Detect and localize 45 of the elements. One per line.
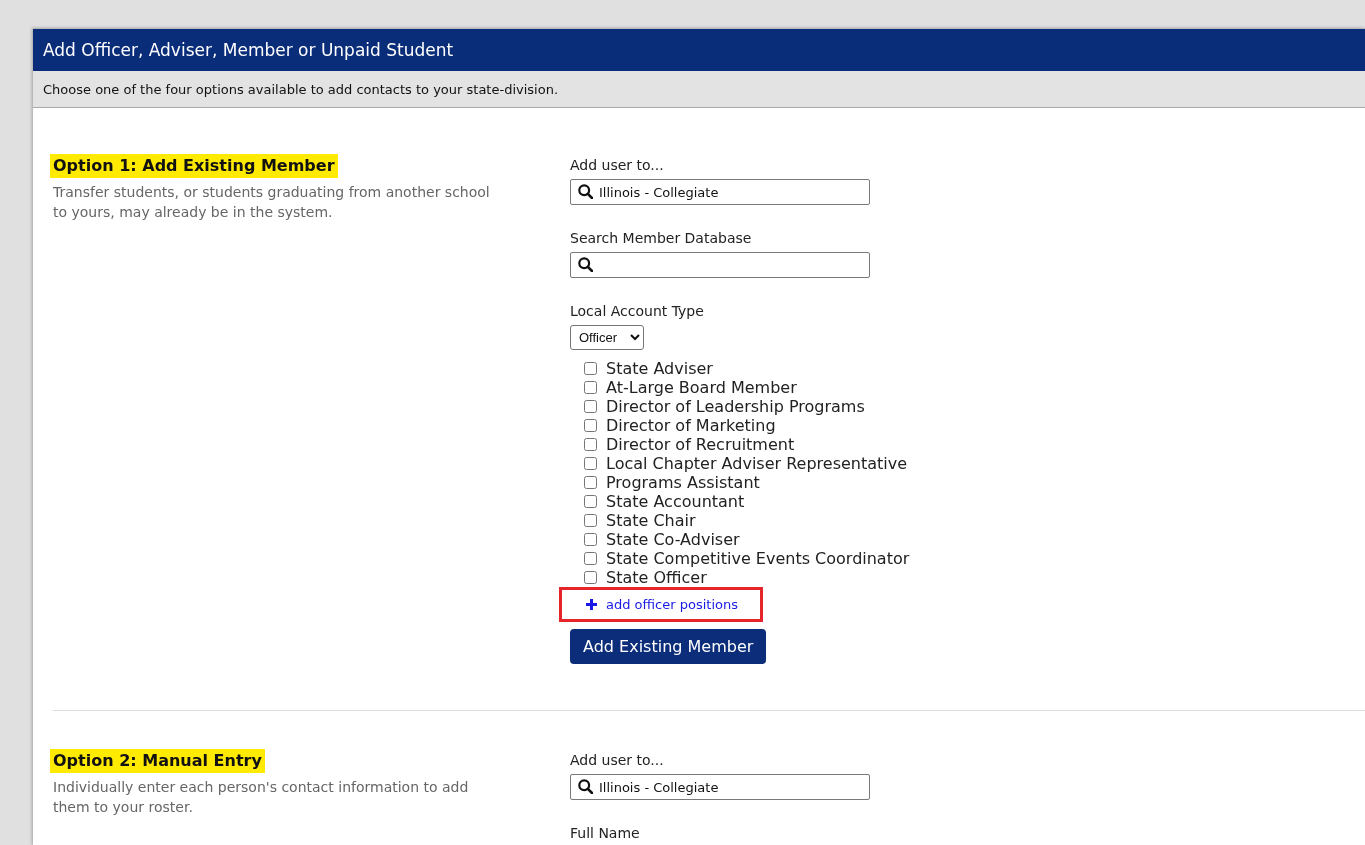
search-field[interactable]: Illinois - Collegiate [570, 179, 870, 205]
window-title: Add Officer, Adviser, Member or Unpaid Student [43, 40, 454, 60]
search-icon [578, 184, 593, 199]
checkbox-label: At-Large Board Member [606, 378, 797, 397]
checkbox[interactable] [584, 400, 597, 413]
checkbox[interactable] [584, 419, 597, 432]
checkbox[interactable] [584, 362, 597, 375]
checkbox[interactable] [584, 381, 597, 394]
add-positions-link[interactable]: add officer positions [586, 597, 738, 612]
search-field[interactable] [570, 252, 870, 278]
checkbox[interactable] [584, 552, 597, 565]
field-label: Search Member Database [570, 229, 752, 247]
checkbox-label: State Chair [606, 511, 696, 530]
checkbox[interactable] [584, 571, 597, 584]
section-heading: Option 2: Manual Entry [50, 749, 265, 773]
field-label: Add user to... [570, 751, 664, 769]
checkbox-label: State Accountant [606, 492, 745, 511]
section-description: Transfer students, or students graduating from another school to yours, may already be in the system. [53, 183, 491, 222]
plus-icon [586, 599, 597, 610]
account-type-select[interactable]: Officer [570, 325, 644, 350]
checkbox[interactable] [584, 457, 597, 470]
checkbox-label: Programs Assistant [606, 473, 760, 492]
checkbox[interactable] [584, 495, 597, 508]
field-label: Local Account Type [570, 302, 704, 320]
field-label: Full Name [570, 824, 640, 842]
checkbox[interactable] [584, 438, 597, 451]
checkbox[interactable] [584, 533, 597, 546]
checkbox-label: Local Chapter Adviser Representative [606, 454, 908, 473]
checkbox-label: State Adviser [606, 359, 713, 378]
section-heading: Option 1: Add Existing Member [50, 154, 338, 178]
checkbox-label: State Officer [606, 568, 707, 587]
field-label: Add user to... [570, 156, 664, 174]
intro-text: Choose one of the four options available to add contacts to your state-division. [43, 81, 559, 97]
search-icon [578, 779, 593, 794]
checkbox[interactable] [584, 514, 597, 527]
checkbox-label: State Co-Adviser [606, 530, 740, 549]
section-description: Individually enter each person's contact information to add them to your roster. [53, 778, 470, 817]
add-existing-member-button[interactable]: Add Existing Member [570, 629, 767, 664]
checkbox-label: State Competitive Events Coordinator [606, 549, 910, 568]
search-icon [578, 257, 593, 272]
search-field[interactable]: Illinois - Collegiate [570, 774, 870, 800]
checkbox-label: Director of Leadership Programs [606, 397, 865, 416]
checkbox[interactable] [584, 476, 597, 489]
checkbox-label: Director of Recruitment [606, 435, 795, 454]
checkbox-label: Director of Marketing [606, 416, 776, 435]
